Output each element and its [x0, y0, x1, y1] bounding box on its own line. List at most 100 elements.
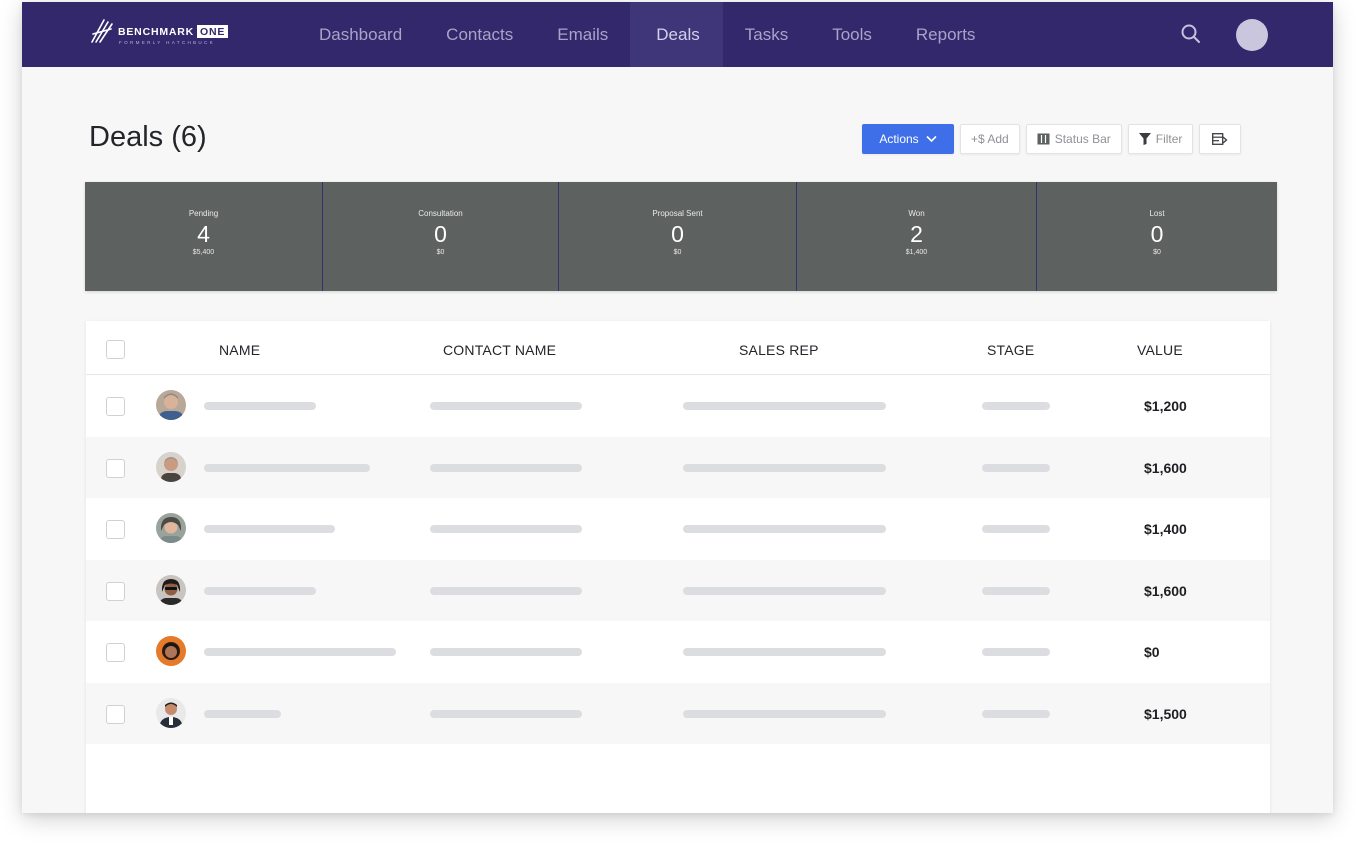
- row-checkbox[interactable]: [106, 458, 125, 478]
- name-placeholder: [204, 402, 316, 410]
- nav-menu: Dashboard Contacts Emails Deals Tasks To…: [297, 2, 997, 67]
- deal-value: $1,500: [1144, 705, 1187, 722]
- contact-avatar: [156, 513, 186, 543]
- stage-lost[interactable]: Lost 0 $0: [1037, 182, 1277, 291]
- nav-item-tasks[interactable]: Tasks: [723, 2, 810, 67]
- deal-value: $1,600: [1144, 582, 1187, 599]
- status-bar-button[interactable]: Status Bar: [1025, 124, 1122, 154]
- add-deal-button[interactable]: +$ Add: [960, 124, 1020, 154]
- stage-placeholder: [982, 648, 1050, 656]
- stage-name: Proposal Sent: [652, 209, 703, 218]
- row-checkbox[interactable]: [106, 643, 125, 662]
- nav-item-emails[interactable]: Emails: [535, 2, 630, 67]
- sales-rep-placeholder: [683, 709, 886, 718]
- sales-rep-placeholder: [683, 463, 886, 472]
- row-checkbox[interactable]: [106, 581, 125, 601]
- columns-icon: [1037, 133, 1050, 145]
- stage-consultation[interactable]: Consultation 0 $0: [323, 182, 559, 291]
- brand-logo-mark-icon: [91, 19, 113, 43]
- row-checkbox[interactable]: [106, 520, 125, 539]
- table-row[interactable]: $1,600: [86, 436, 1270, 498]
- contact-name-placeholder: [430, 525, 582, 533]
- chevron-down-icon: [926, 135, 937, 143]
- brand-logo[interactable]: BENCHMARK ONE FORMERLY HATCHBUCK: [90, 16, 260, 56]
- deal-status-bar: Pending 4 $5,400 Consultation 0 $0 Propo…: [85, 182, 1277, 291]
- brand-name: BENCHMARK ONE: [118, 25, 229, 38]
- table-row[interactable]: $0: [86, 621, 1270, 683]
- stage-placeholder: [982, 586, 1050, 595]
- nav-item-tools[interactable]: Tools: [810, 2, 894, 67]
- brand-name-text: BENCHMARK: [118, 25, 195, 38]
- status-bar-button-label: Status Bar: [1054, 132, 1111, 146]
- stage-proposal-sent[interactable]: Proposal Sent 0 $0: [559, 182, 797, 291]
- name-placeholder: [204, 709, 281, 718]
- deal-value: $1,400: [1144, 521, 1187, 537]
- sales-rep-placeholder: [683, 648, 886, 656]
- actions-button-label: Actions: [879, 132, 919, 146]
- filter-icon: [1138, 133, 1151, 145]
- nav-item-reports[interactable]: Reports: [894, 2, 998, 67]
- export-button[interactable]: [1199, 124, 1242, 154]
- contact-avatar: [156, 390, 186, 420]
- stage-value: $1,400: [905, 249, 928, 256]
- stage-name: Won: [908, 209, 925, 218]
- user-avatar[interactable]: [1236, 19, 1268, 51]
- contact-name-placeholder: [430, 402, 582, 410]
- name-placeholder: [204, 648, 396, 656]
- brand-tagline: FORMERLY HATCHBUCK: [119, 40, 216, 45]
- name-placeholder: [204, 463, 370, 472]
- select-all-checkbox[interactable]: [106, 340, 125, 359]
- sales-rep-placeholder: [683, 586, 886, 595]
- deals-table: NAME CONTACT NAME SALES REP STAGE VALUE …: [86, 321, 1270, 813]
- name-placeholder: [204, 586, 316, 595]
- stage-value: $0: [436, 249, 445, 256]
- nav-item-deals[interactable]: Deals: [630, 2, 723, 67]
- deal-value: $0: [1144, 644, 1160, 660]
- contact-avatar: [156, 574, 186, 605]
- stage-count: 2: [910, 221, 923, 247]
- actions-button[interactable]: Actions: [862, 124, 954, 154]
- column-header-stage[interactable]: STAGE: [987, 321, 1034, 375]
- column-header-sales-rep[interactable]: SALES REP: [739, 321, 819, 375]
- stage-pending[interactable]: Pending 4 $5,400: [85, 182, 323, 291]
- stage-name: Lost: [1149, 209, 1165, 218]
- contact-name-placeholder: [430, 586, 582, 595]
- sales-rep-placeholder: [683, 525, 886, 533]
- column-header-name[interactable]: NAME: [219, 321, 260, 375]
- contact-avatar: [156, 636, 186, 666]
- sales-rep-placeholder: [683, 402, 886, 410]
- stage-won[interactable]: Won 2 $1,400: [797, 182, 1037, 291]
- stage-count: 0: [1150, 221, 1164, 247]
- nav-item-contacts[interactable]: Contacts: [424, 2, 535, 67]
- brand-suffix: ONE: [197, 25, 229, 38]
- row-checkbox[interactable]: [106, 397, 125, 416]
- contact-avatar: [156, 451, 186, 482]
- deal-value: $1,200: [1144, 398, 1187, 414]
- table-header: NAME CONTACT NAME SALES REP STAGE VALUE: [86, 321, 1270, 375]
- stage-value: $5,400: [192, 249, 215, 256]
- stage-count: 4: [197, 221, 210, 247]
- name-placeholder: [204, 525, 335, 533]
- stage-placeholder: [982, 463, 1050, 472]
- table-row[interactable]: $1,200: [86, 375, 1270, 437]
- filter-button-label: Filter: [1155, 132, 1183, 146]
- stage-placeholder: [982, 525, 1050, 533]
- stage-placeholder: [982, 709, 1050, 718]
- table-row[interactable]: $1,600: [86, 559, 1270, 621]
- nav-item-dashboard[interactable]: Dashboard: [297, 2, 424, 67]
- add-deal-button-label: +$ Add: [971, 132, 1009, 146]
- search-icon[interactable]: [1179, 22, 1203, 46]
- deals-toolbar: Actions +$ Add Status Bar Filter: [862, 124, 1247, 154]
- row-checkbox[interactable]: [106, 704, 125, 724]
- stage-count: 0: [434, 221, 447, 247]
- filter-button[interactable]: Filter: [1127, 124, 1194, 154]
- stage-count: 0: [671, 221, 684, 247]
- table-row[interactable]: $1,500: [86, 682, 1270, 744]
- contact-name-placeholder: [430, 648, 582, 656]
- stage-placeholder: [982, 402, 1050, 410]
- column-header-value[interactable]: VALUE: [1137, 321, 1183, 375]
- table-row[interactable]: $1,400: [86, 498, 1270, 560]
- contact-name-placeholder: [430, 709, 582, 718]
- column-header-contact-name[interactable]: CONTACT NAME: [443, 321, 556, 375]
- page-title: Deals (6): [89, 121, 207, 153]
